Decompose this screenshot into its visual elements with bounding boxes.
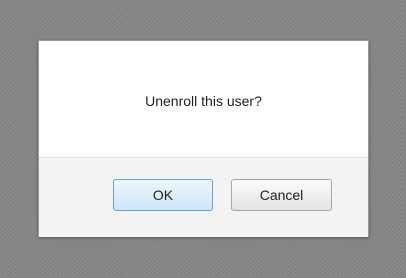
ok-button[interactable]: OK (113, 179, 213, 211)
dialog-message: Unenroll this user? (145, 93, 262, 109)
cancel-button[interactable]: Cancel (231, 179, 332, 211)
dialog-body: Unenroll this user? (39, 41, 368, 157)
confirm-dialog: Unenroll this user? OK Cancel (38, 40, 369, 237)
dialog-footer: OK Cancel (39, 157, 368, 237)
